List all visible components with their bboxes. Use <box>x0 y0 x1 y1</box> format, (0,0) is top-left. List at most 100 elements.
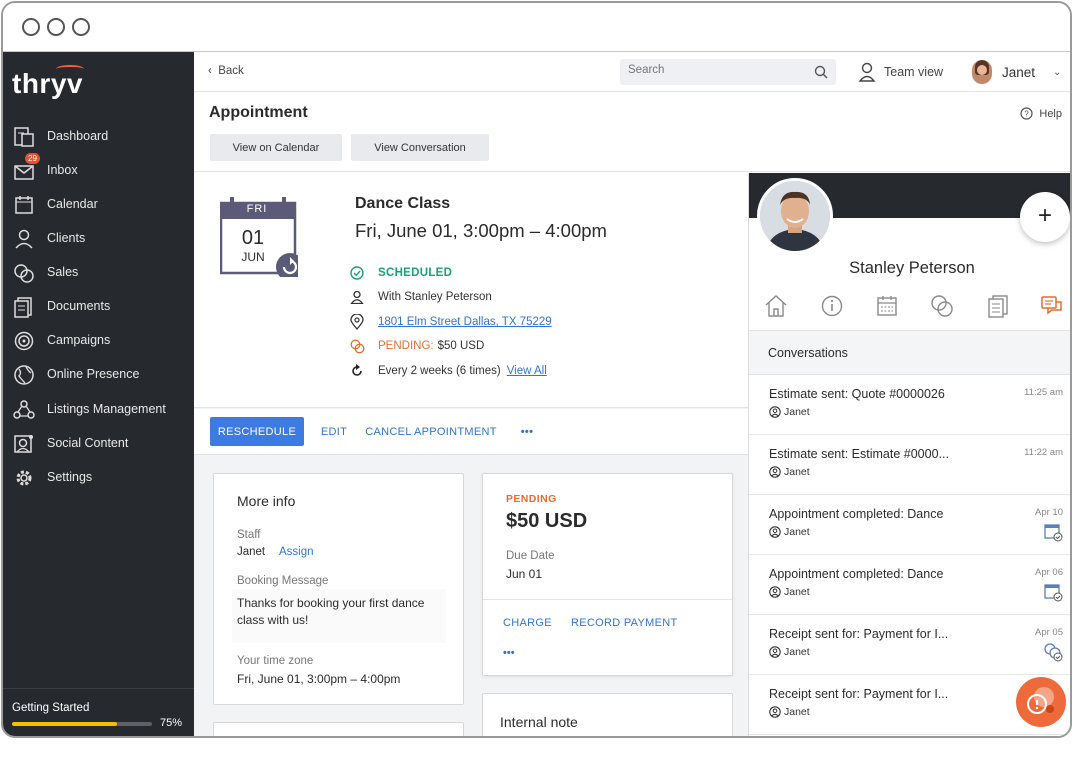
client-photo <box>760 181 830 251</box>
conversation-item[interactable]: Estimate sent: Quote #0000026 Janet 11:2… <box>749 375 1070 435</box>
conversation-time: 11:25 am <box>1024 387 1063 398</box>
search-input[interactable] <box>628 64 808 76</box>
view-on-calendar-button[interactable]: View on Calendar <box>210 134 342 161</box>
sidebar-item-settings[interactable]: Settings <box>3 463 194 493</box>
search-icon[interactable] <box>814 65 828 79</box>
help-button[interactable]: ? Help <box>1020 107 1062 120</box>
sidebar-item-clients[interactable]: Clients <box>3 224 194 254</box>
conversation-time: Apr 10 <box>1035 507 1063 518</box>
add-button[interactable]: + <box>1020 192 1070 242</box>
sidebar-item-label: Campaigns <box>47 333 111 347</box>
conversation-item[interactable]: Appointment completed: Dance Janet Apr 0… <box>749 555 1070 615</box>
sales-icon <box>14 264 34 283</box>
due-date-label: Due Date <box>506 550 555 562</box>
sidebar-item-dashboard[interactable]: Dashboard <box>3 122 194 152</box>
sidebar-item-sales[interactable]: Sales <box>3 258 194 288</box>
appointment-datetime: Fri, June 01, 3:00pm – 4:00pm <box>355 220 607 241</box>
due-date-value: Jun 01 <box>506 567 543 581</box>
record-payment-button[interactable]: RECORD PAYMENT <box>571 617 677 629</box>
search-box <box>620 59 836 85</box>
chat-support-button[interactable] <box>1016 677 1066 727</box>
conversation-user-name: Janet <box>784 526 810 538</box>
page-title: Appointment <box>209 104 308 121</box>
conversation-user: Janet <box>769 586 810 598</box>
timezone-value: Fri, June 01, 3:00pm – 4:00pm <box>237 672 401 686</box>
sidebar-item-listings-management[interactable]: Listings Management <box>3 395 194 425</box>
getting-started[interactable]: Getting Started 75% <box>3 688 194 736</box>
sidebar-item-calendar[interactable]: Calendar <box>3 190 194 220</box>
sidebar-item-label: Clients <box>47 231 86 245</box>
appointment-recurrence-row: Every 2 weeks (6 times) View All <box>349 362 547 380</box>
internal-note-panel: Internal note <box>482 693 733 736</box>
user-circle-icon <box>769 406 781 418</box>
conversation-user-name: Janet <box>784 706 810 718</box>
window-close-button[interactable] <box>22 18 40 36</box>
listings-icon <box>13 400 35 419</box>
view-all-link[interactable]: View All <box>507 365 547 377</box>
thryv-logo[interactable]: thryv <box>12 65 84 100</box>
avatar <box>972 60 992 84</box>
conversation-item[interactable]: Receipt sent for: Payment for I... Janet… <box>749 615 1070 675</box>
sidebar-item-label: Online Presence <box>47 367 140 381</box>
appointment-address-link[interactable]: 1801 Elm Street Dallas, TX 75229 <box>378 316 552 328</box>
conversations-icon[interactable] <box>1039 293 1065 319</box>
conversations-header: Conversations <box>749 331 1070 375</box>
info-icon[interactable] <box>819 293 845 319</box>
charge-button[interactable]: CHARGE <box>503 617 552 629</box>
user-name: Janet <box>1002 64 1036 80</box>
booking-message: Thanks for booking your first dance clas… <box>237 596 425 627</box>
help-icon: ? <box>1020 107 1033 120</box>
team-view-button[interactable]: Team view <box>858 61 943 83</box>
appointment-with: With Stanley Peterson <box>378 291 492 303</box>
sales-icon[interactable] <box>929 293 955 319</box>
payment-more-button[interactable]: ••• <box>503 647 515 659</box>
repeat-icon <box>352 364 362 376</box>
edit-button[interactable]: EDIT <box>314 417 354 446</box>
reschedule-button[interactable]: RESCHEDULE <box>210 417 304 446</box>
sidebar-item-social-content[interactable]: Social Content <box>3 429 194 459</box>
conversation-user: Janet <box>769 466 810 478</box>
conversation-time: Apr 05 <box>1035 627 1063 638</box>
conversations-title: Conversations <box>768 346 848 360</box>
main-content: FRI 01 JUN Dance Class Fri, June 01, 3:0… <box>194 173 748 736</box>
conversation-item[interactable]: Estimate sent: Estimate #0000... Janet 1… <box>749 435 1070 495</box>
documents-icon[interactable] <box>985 293 1011 319</box>
calendar-icon[interactable] <box>874 293 900 319</box>
sidebar-item-documents[interactable]: Documents <box>3 292 194 322</box>
sidebar-item-inbox[interactable]: 29 Inbox <box>3 153 194 186</box>
person-icon <box>350 290 364 304</box>
back-button[interactable]: ‹ Back <box>208 65 244 77</box>
svg-text:?: ? <box>1025 110 1030 119</box>
appointment-status-row: SCHEDULED <box>349 264 452 282</box>
getting-started-label: Getting Started <box>12 702 90 714</box>
window-maximize-button[interactable] <box>72 18 90 36</box>
sidebar-item-campaigns[interactable]: Campaigns <box>3 326 194 356</box>
social-icon <box>14 435 33 453</box>
conversation-time: Apr 06 <box>1035 567 1063 578</box>
payment-amount-large: $50 USD <box>506 510 588 532</box>
conversation-user-name: Janet <box>784 406 810 418</box>
user-menu[interactable]: Janet ⌄ <box>972 59 1061 85</box>
view-conversation-button[interactable]: View Conversation <box>351 134 489 161</box>
cancel-appointment-button[interactable]: CANCEL APPOINTMENT <box>364 417 498 446</box>
conversation-item[interactable]: Appointment completed: Dance Janet Apr 1… <box>749 495 1070 555</box>
window-minimize-button[interactable] <box>47 18 65 36</box>
appointment-payment-row: PENDING: $50 USD <box>349 337 484 355</box>
payment-status: PENDING: <box>378 340 434 352</box>
lower-panel <box>213 722 464 736</box>
home-icon[interactable] <box>763 293 789 319</box>
scheduled-check-icon <box>350 266 364 280</box>
documents-icon <box>14 297 32 318</box>
conversation-time: 11:22 am <box>1024 447 1063 458</box>
sidebar-item-label: Inbox <box>47 163 78 177</box>
conversation-user-name: Janet <box>784 466 810 478</box>
user-circle-icon <box>769 706 781 718</box>
assign-link[interactable]: Assign <box>279 546 314 558</box>
internal-note-title: Internal note <box>500 714 578 730</box>
conversation-title: Estimate sent: Estimate #0000... <box>769 447 949 461</box>
sidebar-item-label: Dashboard <box>47 129 109 143</box>
more-actions-button[interactable]: ••• <box>512 417 542 446</box>
appointment-address-row: 1801 Elm Street Dallas, TX 75229 <box>349 313 552 331</box>
calendar-check-icon <box>1044 524 1063 542</box>
sidebar-item-online-presence[interactable]: Online Presence <box>3 360 194 390</box>
